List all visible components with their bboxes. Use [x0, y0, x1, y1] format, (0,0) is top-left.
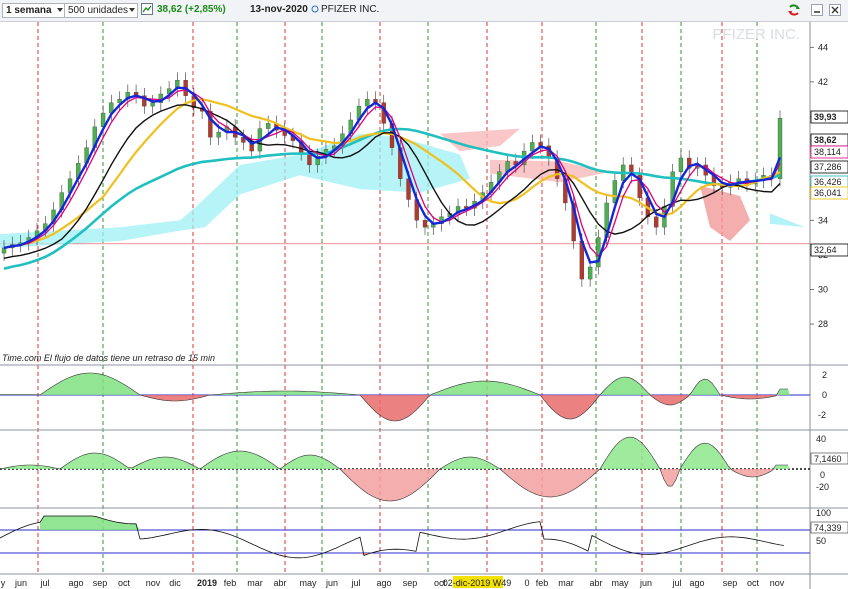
price-label: 38,62 — [814, 135, 837, 145]
price-change: (+2,85%) — [184, 4, 226, 15]
minimize-icon[interactable] — [811, 4, 823, 16]
time-tick-label: feb — [536, 578, 549, 588]
time-tick-label: 2019 — [197, 578, 217, 588]
close-icon[interactable] — [829, 4, 841, 16]
time-tick-label: y — [1, 578, 6, 588]
price-tick-label: 44 — [818, 42, 828, 52]
chevron-down-icon — [129, 8, 135, 12]
time-tick-label: mar — [247, 578, 263, 588]
time-tick-label: jun — [639, 578, 652, 588]
time-tick-label: dic — [169, 578, 181, 588]
time-tick-label: jul — [671, 578, 681, 588]
chart-icon[interactable] — [141, 3, 153, 15]
macd-tick: 2 — [822, 370, 827, 380]
price-tick-label: 30 — [818, 284, 828, 294]
osc-value: 7,1460 — [814, 454, 842, 464]
price-tick-label: 34 — [818, 215, 828, 225]
quote-date: 13-nov-2020 — [250, 4, 308, 15]
candle-body — [422, 220, 428, 228]
candle-body — [678, 157, 684, 172]
time-tick-label: may — [299, 578, 317, 588]
price-label: 32,64 — [814, 245, 837, 255]
time-tick-label: may — [611, 578, 629, 588]
price-label: 38,114 — [814, 147, 841, 157]
circle-icon — [311, 5, 319, 13]
time-tick-label: ago — [68, 578, 83, 588]
delay-notice: Time.com El flujo de datos tiene un retr… — [2, 353, 215, 363]
units-dropdown[interactable]: 500 unidades — [64, 3, 138, 18]
candle-body — [150, 102, 155, 107]
osc-tick: 40 — [816, 434, 826, 444]
toolbar: 1 semana 500 unidades 38,62 (+2,85%) 13-… — [0, 0, 848, 22]
time-tick-label: oct — [747, 578, 760, 588]
price-tick-label: 28 — [818, 319, 828, 329]
stoch-tick: 50 — [816, 536, 826, 546]
price-chart[interactable]: PFIZER INC. 444240383634323028 39,9338,6… — [0, 22, 848, 589]
time-tick-label: nov — [770, 578, 785, 588]
time-tick-label: ago — [376, 578, 391, 588]
time-tick-label: sep — [93, 578, 108, 588]
time-tick-label: oct — [118, 578, 131, 588]
candle-body — [587, 266, 593, 280]
watermark: PFIZER INC. — [712, 26, 800, 43]
time-tick-label: 0 — [524, 578, 529, 588]
stoch-tick: 100 — [816, 508, 831, 518]
candle-body — [365, 99, 370, 107]
time-tick-label: nov — [146, 578, 161, 588]
price-label: 36,041 — [814, 188, 842, 198]
time-tick-label: 02-dic-2019 W49 — [443, 578, 512, 588]
time-tick-label: sep — [723, 578, 738, 588]
period-dropdown[interactable]: 1 semana — [2, 3, 66, 18]
candle-body — [530, 142, 535, 152]
time-tick-label: sep — [403, 578, 418, 588]
time-tick-label: feb — [224, 578, 237, 588]
chevron-down-icon — [57, 8, 63, 12]
candle-body — [216, 131, 221, 138]
macd-tick: 0 — [822, 390, 827, 400]
macd-tick: -2 — [818, 410, 826, 420]
chart-background — [0, 22, 848, 589]
refresh-icon[interactable] — [787, 3, 801, 17]
stoch-value: 74,339 — [814, 523, 842, 533]
last-price: 38,62 (+2,85%) — [157, 3, 226, 17]
price-tick-label: 42 — [818, 77, 828, 87]
instrument-name: PFIZER INC. — [321, 4, 380, 15]
candle-body — [266, 123, 271, 129]
price-label: 39,93 — [814, 112, 837, 122]
price-label: 37,286 — [814, 162, 842, 172]
time-tick-label: jun — [14, 578, 27, 588]
time-tick-label: abr — [589, 578, 602, 588]
period-label: 1 semana — [6, 5, 52, 16]
time-tick-label: jul — [350, 578, 360, 588]
candle-body — [654, 216, 659, 228]
time-tick-label: ago — [689, 578, 704, 588]
candle-body — [777, 118, 783, 179]
time-tick-label: jun — [325, 578, 338, 588]
time-tick-label: mar — [558, 578, 574, 588]
time-tick-label: jul — [39, 578, 49, 588]
osc-tick: 0 — [820, 470, 825, 480]
time-tick-label: abr — [273, 578, 286, 588]
price-label: 36,426 — [814, 177, 842, 187]
price-value: 38,62 — [157, 4, 183, 15]
candle-body — [117, 99, 122, 103]
units-label: 500 unidades — [68, 5, 129, 16]
osc-tick: -20 — [816, 482, 829, 492]
